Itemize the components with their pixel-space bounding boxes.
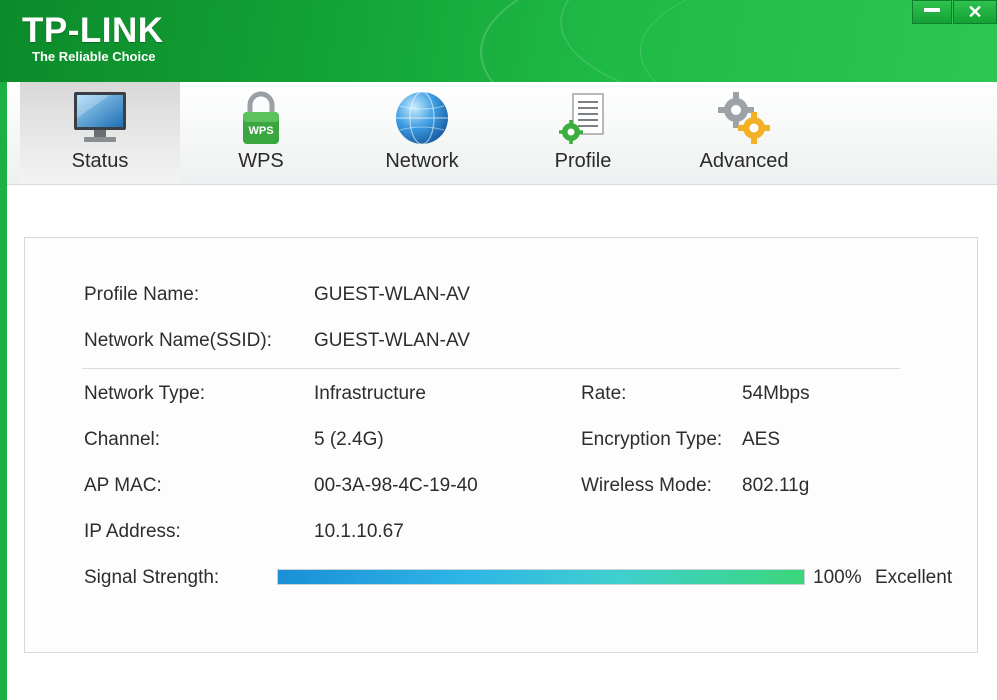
close-button[interactable]: ✕ <box>953 0 997 24</box>
ap-mac-value: 00-3A-98-4C-19-40 <box>314 475 478 496</box>
tab-status[interactable]: Status <box>20 82 180 184</box>
tab-label: Status <box>71 150 129 172</box>
section-divider <box>82 368 900 369</box>
signal-strength-fill <box>278 570 804 584</box>
tab-advanced[interactable]: Advanced <box>664 82 824 184</box>
wireless-mode-value: 802.11g <box>742 475 810 496</box>
window-left-border <box>0 82 7 700</box>
tab-label: WPS <box>238 150 284 172</box>
encryption-value: AES <box>742 429 781 450</box>
network-type-label: Network Type: <box>84 383 206 404</box>
title-bar: TP-LINK The Reliable Choice <box>0 0 997 82</box>
tab-label: Network <box>385 150 459 172</box>
ip-address-value: 10.1.10.67 <box>314 521 404 542</box>
tab-wps[interactable]: WPS WPS <box>181 82 341 184</box>
tab-profile[interactable]: Profile <box>503 82 663 184</box>
network-type-value: Infrastructure <box>314 383 426 404</box>
encryption-label: Encryption Type: <box>581 429 723 450</box>
rate-value: 54Mbps <box>742 383 810 404</box>
profile-name-value: GUEST-WLAN-AV <box>314 284 470 305</box>
signal-quality: Excellent <box>875 567 953 588</box>
gears-icon <box>718 92 770 144</box>
tab-bar: Status WPS WPS Network Profile Advanced <box>7 82 997 185</box>
tab-network[interactable]: Network <box>342 82 502 184</box>
channel-value: 5 (2.4G) <box>314 429 384 450</box>
minimize-button[interactable] <box>912 0 952 24</box>
ssid-label: Network Name(SSID): <box>84 330 272 351</box>
globe-icon <box>396 91 448 145</box>
ssid-value: GUEST-WLAN-AV <box>314 330 470 351</box>
signal-percent: 100% <box>813 567 862 588</box>
channel-label: Channel: <box>84 429 161 450</box>
app-window: TP-LINK The Reliable Choice ✕ Status WPS… <box>0 0 997 700</box>
monitor-icon <box>74 92 126 142</box>
status-panel: Profile Name: GUEST-WLAN-AV Network Name… <box>24 237 978 653</box>
wireless-mode-label: Wireless Mode: <box>581 475 712 496</box>
minimize-icon <box>924 8 940 13</box>
brand-name: TP-LINK <box>22 11 164 50</box>
profile-name-label: Profile Name: <box>84 284 200 305</box>
rate-label: Rate: <box>581 383 627 404</box>
brand-logo: TP-LINK The Reliable Choice <box>22 12 164 64</box>
brand-tagline: The Reliable Choice <box>32 49 156 64</box>
profile-document-icon <box>559 93 604 144</box>
close-icon: ✕ <box>967 2 983 22</box>
tab-label: Profile <box>554 150 612 172</box>
signal-strength-bar <box>277 569 805 585</box>
wps-lock-icon: WPS <box>243 91 279 144</box>
signal-strength-label: Signal Strength: <box>84 567 220 588</box>
svg-text:WPS: WPS <box>248 125 273 137</box>
ip-address-label: IP Address: <box>84 521 181 542</box>
ap-mac-label: AP MAC: <box>84 475 162 496</box>
tab-label: Advanced <box>699 150 789 172</box>
